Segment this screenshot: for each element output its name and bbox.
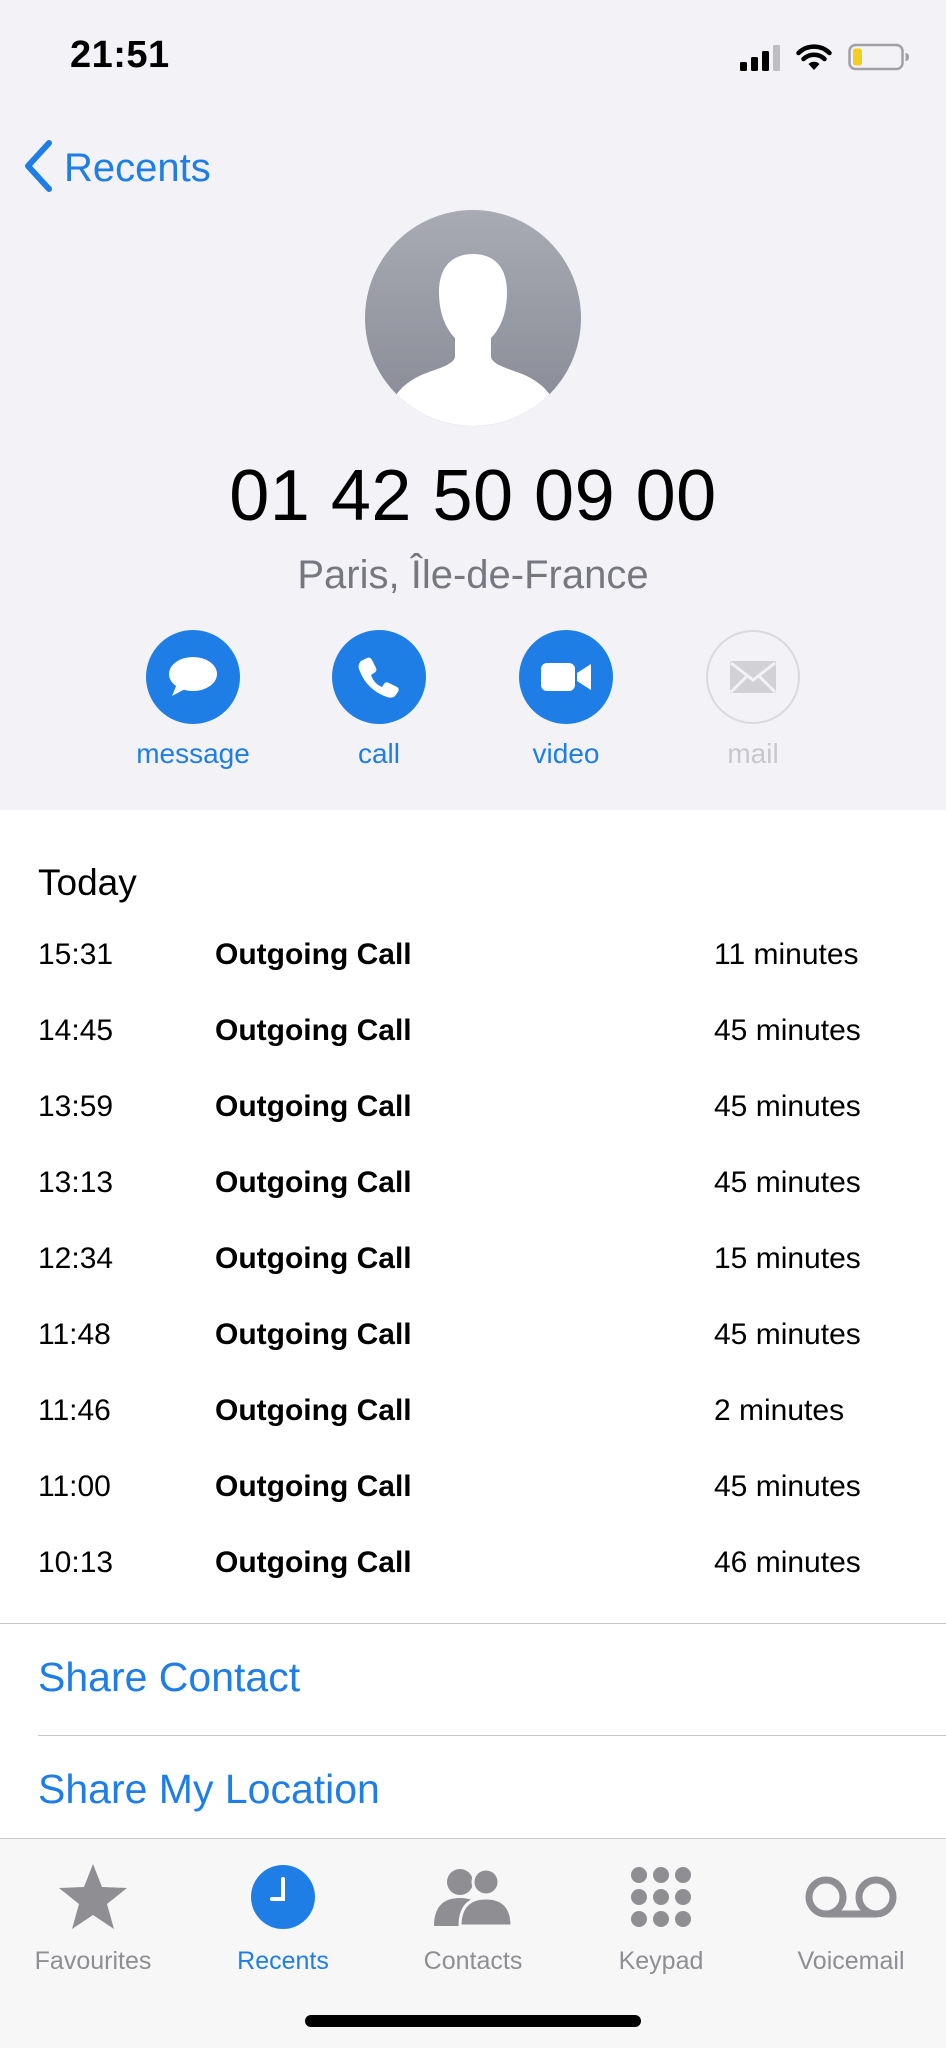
call-type: Outgoing Call [215, 1318, 412, 1351]
contact-avatar [365, 210, 581, 426]
tab-contacts[interactable]: Contacts [383, 1859, 563, 1976]
call-log-row: 13:59 Outgoing Call 45 minutes [0, 1072, 946, 1148]
call-button-label: call [357, 738, 400, 769]
status-bar: 21:51 [0, 0, 946, 110]
home-indicator[interactable] [305, 2015, 641, 2027]
call-duration: 15 minutes [714, 1242, 861, 1275]
status-time: 21:51 [70, 34, 170, 76]
clock-icon [193, 1859, 373, 1935]
tab-favourites-label: Favourites [34, 1947, 152, 1975]
call-time: 11:46 [38, 1394, 111, 1427]
cellular-signal-icon [740, 43, 780, 71]
call-log-row: 13:13 Outgoing Call 45 minutes [0, 1148, 946, 1224]
call-type: Outgoing Call [215, 1166, 412, 1199]
tab-recents-label: Recents [237, 1947, 329, 1975]
call-time: 15:31 [38, 938, 114, 971]
call-duration: 45 minutes [714, 1090, 861, 1123]
tab-voicemail-label: Voicemail [797, 1947, 905, 1975]
call-duration: 2 minutes [714, 1394, 845, 1427]
back-button-label: Recents [64, 145, 211, 190]
call-duration: 45 minutes [714, 1318, 861, 1351]
call-duration: 45 minutes [714, 1014, 861, 1047]
mail-button-label: mail [727, 738, 779, 769]
tab-keypad[interactable]: Keypad [571, 1859, 751, 1976]
video-button[interactable]: video [496, 630, 636, 770]
call-log-list: 15:31 Outgoing Call 11 minutes 14:45 Out… [0, 920, 946, 1604]
section-divider [0, 1623, 946, 1624]
call-log-row: 11:46 Outgoing Call 2 minutes [0, 1376, 946, 1452]
mail-button[interactable]: mail [683, 630, 823, 770]
tab-keypad-label: Keypad [618, 1947, 704, 1975]
row-divider [38, 1735, 946, 1736]
call-time: 11:00 [38, 1470, 111, 1503]
chevron-left-icon [22, 139, 54, 198]
message-button[interactable]: message [123, 630, 263, 770]
call-log-heading: Today [38, 862, 137, 903]
call-type: Outgoing Call [215, 938, 412, 971]
call-time: 14:45 [38, 1014, 114, 1047]
call-duration: 45 minutes [714, 1470, 861, 1503]
call-time: 12:34 [38, 1242, 114, 1275]
call-button[interactable]: call [309, 630, 449, 770]
call-log-row: 10:13 Outgoing Call 46 minutes [0, 1528, 946, 1604]
call-log-row: 12:34 Outgoing Call 15 minutes [0, 1224, 946, 1300]
person-silhouette-icon [393, 254, 553, 426]
call-type: Outgoing Call [215, 1394, 412, 1427]
call-type: Outgoing Call [215, 1014, 412, 1047]
call-type: Outgoing Call [215, 1546, 412, 1579]
call-time: 10:13 [38, 1546, 114, 1579]
message-button-label: message [136, 738, 250, 769]
video-button-label: video [532, 738, 600, 769]
contact-location: Paris, Île-de-France [297, 553, 649, 597]
call-log-row: 14:45 Outgoing Call 45 minutes [0, 996, 946, 1072]
phone-icon [332, 630, 426, 724]
call-time: 11:48 [38, 1318, 111, 1351]
envelope-icon [706, 630, 800, 724]
tab-recents[interactable]: Recents [193, 1859, 373, 1976]
call-type: Outgoing Call [215, 1470, 412, 1503]
call-duration: 46 minutes [714, 1546, 861, 1579]
call-time: 13:59 [38, 1090, 114, 1123]
call-time: 13:13 [38, 1166, 114, 1199]
contact-actions: message call video mail [0, 630, 946, 780]
call-type: Outgoing Call [215, 1090, 412, 1123]
call-log-row: 11:48 Outgoing Call 45 minutes [0, 1300, 946, 1376]
call-duration: 11 minutes [714, 938, 859, 971]
call-duration: 45 minutes [714, 1166, 861, 1199]
star-icon [3, 1859, 183, 1935]
contact-detail-screen: 21:51 Recents 01 42 50 09 00 Paris, Île-… [0, 0, 946, 2048]
back-button[interactable]: Recents [22, 138, 211, 198]
status-icons [740, 42, 910, 72]
voicemail-icon [761, 1859, 941, 1935]
tab-contacts-label: Contacts [423, 1947, 523, 1975]
video-camera-icon [519, 630, 613, 724]
call-log-row: 11:00 Outgoing Call 45 minutes [0, 1452, 946, 1528]
tab-voicemail[interactable]: Voicemail [761, 1859, 941, 1976]
share-contact-link[interactable]: Share Contact [38, 1654, 300, 1701]
tab-favourites[interactable]: Favourites [3, 1859, 183, 1976]
keypad-icon [571, 1859, 751, 1935]
share-location-link[interactable]: Share My Location [38, 1766, 380, 1813]
people-icon [383, 1859, 563, 1935]
wifi-icon [796, 43, 832, 71]
contact-phone-number: 01 42 50 09 00 [229, 456, 717, 536]
call-log-row: 15:31 Outgoing Call 11 minutes [0, 920, 946, 996]
battery-icon [848, 42, 910, 72]
message-bubble-icon [146, 630, 240, 724]
call-type: Outgoing Call [215, 1242, 412, 1275]
contact-header: 21:51 Recents 01 42 50 09 00 Paris, Île-… [0, 0, 946, 810]
